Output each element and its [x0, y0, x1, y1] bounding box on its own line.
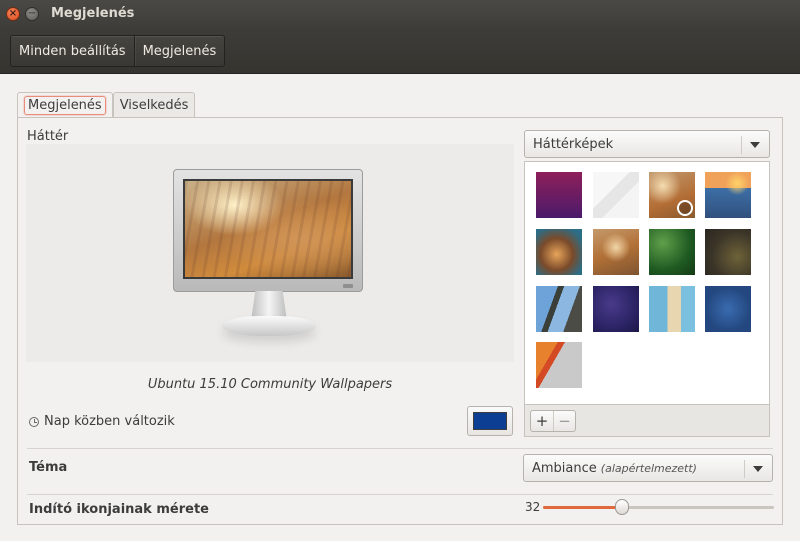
theme-value: Ambiance — [532, 460, 597, 476]
launcher-icon-size-value: 32 — [525, 500, 541, 514]
wallpaper-thumb[interactable] — [536, 229, 582, 275]
change-during-day-label: Nap közben változik — [44, 414, 175, 429]
chevron-down-icon — [750, 142, 760, 148]
chevron-down-icon — [753, 466, 763, 472]
wallpaper-thumb[interactable] — [536, 172, 582, 218]
wallpaper-thumb[interactable] — [705, 286, 751, 332]
slider-handle[interactable] — [614, 499, 629, 515]
window-title: Megjelenés — [51, 6, 135, 21]
change-during-day: Nap közben változik — [29, 414, 175, 429]
theme-label: Téma — [29, 460, 68, 475]
add-remove-buttons: + − — [530, 410, 576, 432]
wallpaper-thumb[interactable] — [649, 286, 695, 332]
color-swatch — [473, 412, 507, 430]
background-label: Háttér — [27, 129, 69, 144]
tab-behavior[interactable]: Viselkedés — [112, 92, 196, 118]
clock-icon — [29, 416, 39, 427]
close-icon[interactable]: × — [6, 7, 20, 21]
wallpaper-preview — [26, 144, 514, 362]
combo-separator — [744, 460, 745, 478]
tab-bar: Megjelenés Viselkedés — [17, 92, 196, 118]
add-wallpaper-button[interactable]: + — [531, 411, 553, 431]
tab-appearance[interactable]: Megjelenés — [17, 92, 113, 118]
theme-value-hint: (alapértelmezett) — [600, 461, 697, 475]
tab-appearance-label: Megjelenés — [24, 96, 106, 115]
remove-wallpaper-button[interactable]: − — [553, 411, 575, 431]
toolbar: Minden beállítás Megjelenés — [0, 30, 800, 74]
wallpaper-thumb[interactable] — [536, 286, 582, 332]
slider-fill — [543, 506, 622, 509]
launcher-icon-size-label: Indító ikonjainak mérete — [29, 502, 209, 517]
wallpaper-thumb[interactable] — [593, 286, 639, 332]
wallpaper-grid — [524, 161, 770, 405]
wallpaper-thumb[interactable] — [536, 342, 582, 388]
wallpaper-thumb[interactable] — [593, 229, 639, 275]
monitor-power-button — [343, 284, 353, 288]
divider — [27, 494, 773, 495]
monitor-stand-base — [222, 316, 316, 336]
wallpaper-grid-toolbar: + − — [524, 405, 770, 437]
wallpaper-thumb[interactable] — [649, 229, 695, 275]
wallpaper-thumb[interactable] — [705, 229, 751, 275]
appearance-panel: Háttér Ubuntu 15.10 Community Wallpapers… — [17, 117, 783, 525]
wallpaper-source-value: Háttérképek — [533, 136, 614, 152]
breadcrumb: Minden beállítás Megjelenés — [10, 35, 226, 67]
title-bar: × − Megjelenés — [0, 0, 800, 30]
main-content: Megjelenés Viselkedés Háttér Ubuntu 15.1… — [0, 75, 800, 541]
minimize-icon[interactable]: − — [25, 7, 39, 21]
background-color-button[interactable] — [467, 406, 513, 436]
launcher-icon-size-slider[interactable] — [543, 506, 774, 509]
wallpaper-caption: Ubuntu 15.10 Community Wallpapers — [147, 377, 393, 392]
preview-wallpaper-image — [183, 179, 353, 279]
wallpaper-thumb[interactable] — [705, 172, 751, 218]
tab-behavior-label: Viselkedés — [119, 98, 189, 113]
theme-select[interactable]: Ambiance (alapértelmezett) — [523, 454, 773, 482]
wallpaper-thumb-selected[interactable] — [649, 172, 695, 218]
wallpaper-source-select[interactable]: Háttérképek — [524, 130, 770, 158]
monitor-icon — [173, 169, 363, 292]
divider — [27, 448, 773, 449]
combo-separator — [741, 136, 742, 154]
wallpaper-thumb[interactable] — [593, 172, 639, 218]
breadcrumb-all-settings[interactable]: Minden beállítás — [11, 36, 134, 66]
breadcrumb-appearance[interactable]: Megjelenés — [133, 36, 225, 66]
